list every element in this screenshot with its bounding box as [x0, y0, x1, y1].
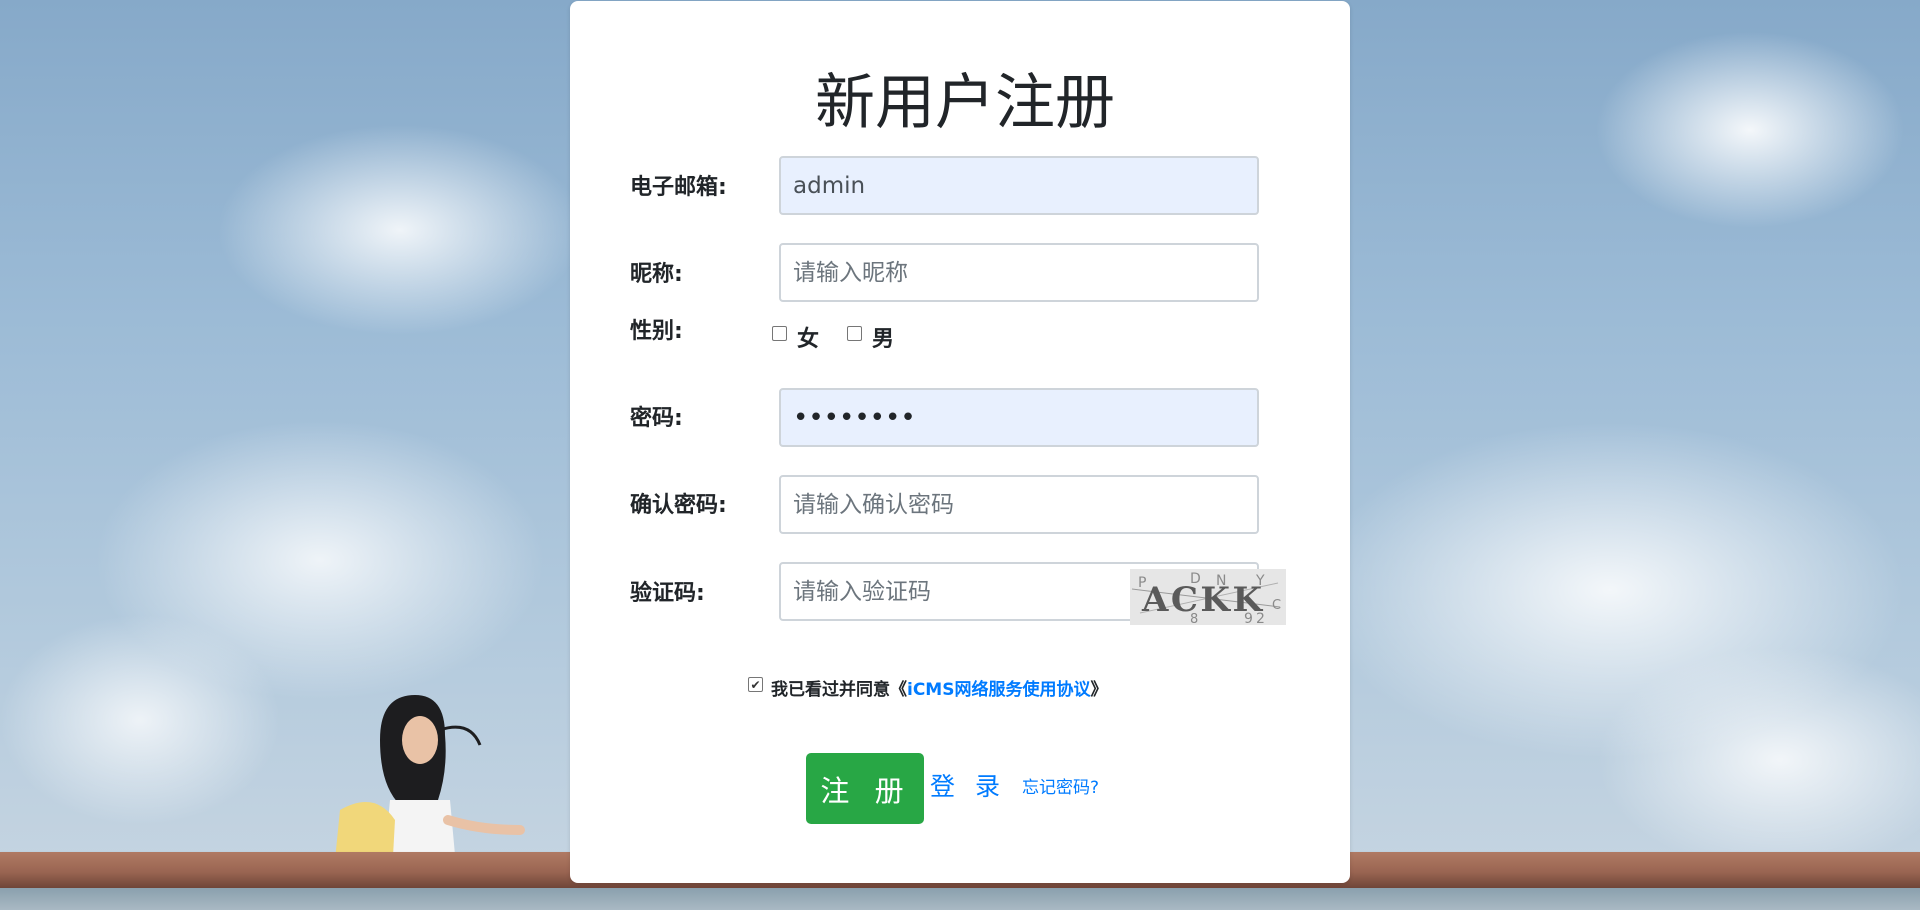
female-checkbox[interactable] [772, 325, 787, 341]
nickname-label: 昵称: [630, 262, 683, 287]
gender-option-male[interactable]: 男 [847, 321, 894, 353]
male-checkbox[interactable] [847, 325, 862, 341]
email-field[interactable] [779, 156, 1259, 215]
password-label: 密码: [630, 406, 683, 431]
captcha-text: ACKK [1141, 580, 1263, 620]
agreement-checkbox[interactable]: ✔ [748, 677, 763, 692]
gender-label: 性别: [630, 319, 683, 344]
female-label: 女 [797, 327, 820, 352]
register-card: 新用户注册 电子邮箱: 昵称: 性别: 女 男 密码: 确认密码: 验证码: P… [570, 1, 1350, 883]
agreement-suffix: 》 [1090, 680, 1108, 700]
captcha-image[interactable]: P D N Y 8 9 2 C ACKK [1130, 569, 1286, 625]
male-label: 男 [872, 327, 895, 352]
confirm-password-field[interactable] [779, 475, 1259, 534]
agreement-link[interactable]: iCMS网络服务使用协议 [907, 675, 1090, 700]
login-link[interactable]: 登 录 [930, 769, 1006, 805]
page-title: 新用户注册 [815, 68, 1115, 138]
agreement-row: ✔ 我已看过并同意《 iCMS网络服务使用协议 》 [748, 675, 1107, 700]
gender-option-female[interactable]: 女 [772, 321, 819, 353]
railing-base [0, 888, 1920, 910]
nickname-field[interactable] [779, 243, 1259, 302]
captcha-noise-8: C [1272, 598, 1281, 613]
forgot-password-link[interactable]: 忘记密码? [1022, 776, 1099, 800]
register-button[interactable]: 注 册 [806, 753, 924, 824]
captcha-label: 验证码: [630, 581, 705, 606]
email-label: 电子邮箱: [630, 175, 727, 200]
password-field[interactable] [779, 388, 1259, 447]
agreement-prefix: 我已看过并同意《 [771, 680, 907, 700]
confirm-password-label: 确认密码: [630, 493, 727, 518]
